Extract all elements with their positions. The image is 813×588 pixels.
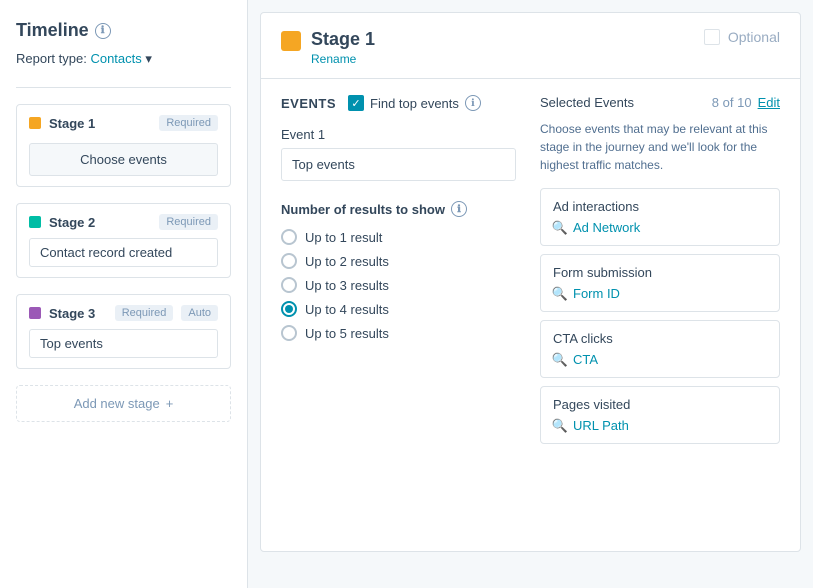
event-item-pages-filter[interactable]: 🔍 URL Path bbox=[553, 418, 767, 433]
stage-label-2: Stage 2 bbox=[29, 215, 95, 230]
search-icon-ad: 🔍 bbox=[553, 221, 567, 235]
event-item-cta-filter[interactable]: 🔍 CTA bbox=[553, 352, 767, 367]
stage-card-header-1: Stage 1 Required bbox=[29, 115, 218, 131]
find-top-events[interactable]: Find top events ℹ bbox=[348, 95, 481, 111]
search-icon-form: 🔍 bbox=[553, 287, 567, 301]
event-label: Event 1 bbox=[281, 127, 516, 142]
find-top-events-checkbox[interactable] bbox=[348, 95, 364, 111]
radio-label-1: Up to 1 result bbox=[305, 230, 382, 245]
stage-card-2: Stage 2 Required Contact record created bbox=[16, 203, 231, 278]
timeline-label: Timeline bbox=[16, 20, 89, 41]
selected-events-desc: Choose events that may be relevant at th… bbox=[540, 120, 780, 174]
sidebar-divider bbox=[16, 87, 231, 88]
events-title: EVENTS bbox=[281, 96, 336, 111]
search-icon-pages: 🔍 bbox=[553, 419, 567, 433]
sidebar-title: Timeline ℹ bbox=[16, 20, 231, 41]
selected-count: 8 of 10 Edit bbox=[712, 95, 780, 110]
radio-option-1[interactable]: Up to 1 result bbox=[281, 229, 516, 245]
stage-card-1: Stage 1 Required Choose events bbox=[16, 104, 231, 187]
info-icon[interactable]: ℹ bbox=[95, 23, 111, 39]
radio-option-5[interactable]: Up to 5 results bbox=[281, 325, 516, 341]
stage-card-3: Stage 3 Required Auto Top events bbox=[16, 294, 231, 369]
event-item-cta-name: CTA clicks bbox=[553, 331, 767, 346]
stage-badge-3-required: Required bbox=[115, 305, 174, 321]
event-item-form-name: Form submission bbox=[553, 265, 767, 280]
radio-label-2: Up to 2 results bbox=[305, 254, 389, 269]
find-top-events-info-icon[interactable]: ℹ bbox=[465, 95, 481, 111]
events-header: EVENTS Find top events ℹ bbox=[281, 95, 516, 111]
stage-dot-2 bbox=[29, 216, 41, 228]
radio-label-3: Up to 3 results bbox=[305, 278, 389, 293]
event-item-ad: Ad interactions 🔍 Ad Network bbox=[540, 188, 780, 246]
add-stage-button[interactable]: Add new stage + bbox=[16, 385, 231, 422]
radio-circle-4[interactable] bbox=[281, 301, 297, 317]
event-input[interactable] bbox=[281, 148, 516, 181]
choose-events-button-1[interactable]: Choose events bbox=[29, 143, 218, 176]
event-item-pages: Pages visited 🔍 URL Path bbox=[540, 386, 780, 444]
rename-link[interactable]: Rename bbox=[311, 52, 375, 66]
radio-circle-3[interactable] bbox=[281, 277, 297, 293]
radio-label-5: Up to 5 results bbox=[305, 326, 389, 341]
radio-option-4[interactable]: Up to 4 results bbox=[281, 301, 516, 317]
results-title: Number of results to show ℹ bbox=[281, 201, 516, 217]
radio-circle-5[interactable] bbox=[281, 325, 297, 341]
stage-badges-3: Required Auto bbox=[115, 305, 218, 321]
radio-label-4: Up to 4 results bbox=[305, 302, 389, 317]
stage-label-1: Stage 1 bbox=[29, 116, 95, 131]
find-top-events-label: Find top events bbox=[370, 96, 459, 111]
radio-option-3[interactable]: Up to 3 results bbox=[281, 277, 516, 293]
events-left: EVENTS Find top events ℹ Event 1 Number … bbox=[281, 95, 516, 452]
radio-option-2[interactable]: Up to 2 results bbox=[281, 253, 516, 269]
radio-circle-2[interactable] bbox=[281, 253, 297, 269]
event-item-cta: CTA clicks 🔍 CTA bbox=[540, 320, 780, 378]
event-item-pages-name: Pages visited bbox=[553, 397, 767, 412]
events-section: EVENTS Find top events ℹ Event 1 Number … bbox=[261, 79, 800, 468]
edit-link[interactable]: Edit bbox=[758, 95, 780, 110]
event-item-ad-name: Ad interactions bbox=[553, 199, 767, 214]
main-content: Stage 1 Rename Optional EVENTS Find top … bbox=[248, 0, 813, 588]
report-type: Report type: Contacts ▾ bbox=[16, 51, 231, 67]
stage-card-header-2: Stage 2 Required bbox=[29, 214, 218, 230]
stage-color-indicator bbox=[281, 31, 301, 51]
optional-area: Optional bbox=[704, 29, 780, 45]
results-info-icon[interactable]: ℹ bbox=[451, 201, 467, 217]
stage-badge-1: Required bbox=[159, 115, 218, 131]
stage-card-header-3: Stage 3 Required Auto bbox=[29, 305, 218, 321]
report-type-link[interactable]: Contacts bbox=[90, 51, 141, 66]
optional-label: Optional bbox=[728, 29, 780, 45]
stage-label-3: Stage 3 bbox=[29, 306, 95, 321]
stage-main-title: Stage 1 bbox=[311, 29, 375, 50]
event-item-form: Form submission 🔍 Form ID bbox=[540, 254, 780, 312]
stage-badge-2: Required bbox=[159, 214, 218, 230]
main-inner: Stage 1 Rename Optional EVENTS Find top … bbox=[260, 12, 801, 552]
stage-header: Stage 1 Rename Optional bbox=[261, 13, 800, 79]
stage-value-3: Top events bbox=[29, 329, 218, 358]
results-section: Number of results to show ℹ Up to 1 resu… bbox=[281, 201, 516, 341]
plus-icon: + bbox=[166, 396, 174, 411]
selected-events-header: Selected Events 8 of 10 Edit bbox=[540, 95, 780, 110]
selected-events-title: Selected Events bbox=[540, 95, 634, 110]
stage-dot-1 bbox=[29, 117, 41, 129]
event-item-form-filter[interactable]: 🔍 Form ID bbox=[553, 286, 767, 301]
sidebar: Timeline ℹ Report type: Contacts ▾ Stage… bbox=[0, 0, 248, 588]
search-icon-cta: 🔍 bbox=[553, 353, 567, 367]
stage-dot-3 bbox=[29, 307, 41, 319]
stage-header-left: Stage 1 Rename bbox=[281, 29, 375, 66]
stage-title-area: Stage 1 Rename bbox=[311, 29, 375, 66]
stage-badge-3-auto: Auto bbox=[181, 305, 218, 321]
optional-checkbox[interactable] bbox=[704, 29, 720, 45]
stage-value-2: Contact record created bbox=[29, 238, 218, 267]
radio-circle-1[interactable] bbox=[281, 229, 297, 245]
count-text: 8 of 10 bbox=[712, 95, 752, 110]
event-item-ad-filter[interactable]: 🔍 Ad Network bbox=[553, 220, 767, 235]
selected-events-panel: Selected Events 8 of 10 Edit Choose even… bbox=[540, 95, 780, 452]
